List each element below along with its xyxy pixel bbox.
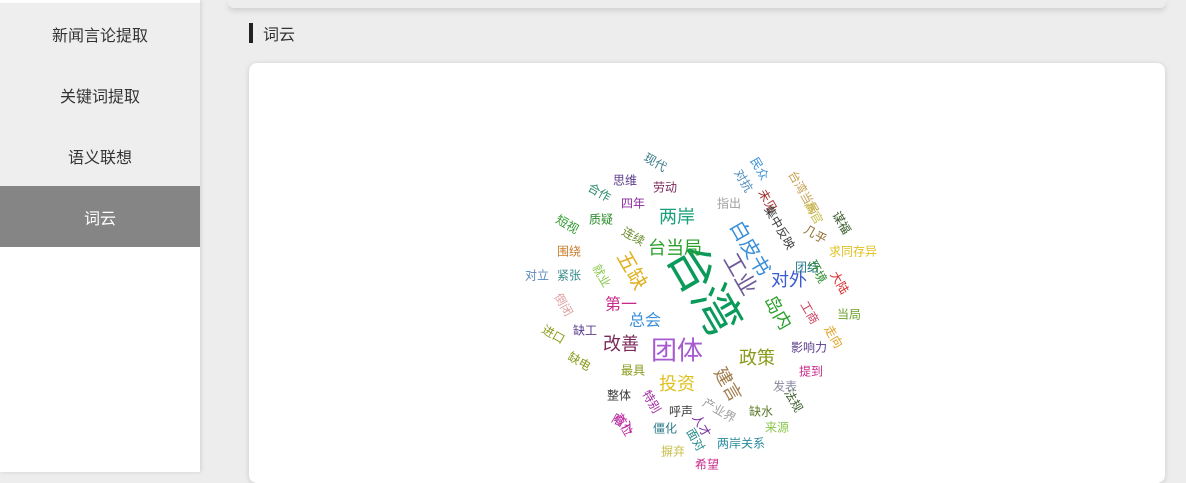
sidebar-item-label: 语义联想 xyxy=(67,147,132,167)
word-cloud-word: 倒闭 xyxy=(551,291,575,319)
word-cloud-word: 团体 xyxy=(651,337,703,367)
word-cloud-card: 台湾 团体 工业 白皮书 台当局 两岸 五缺 对外 岛内 政策 建言 投资 改善 总会 第一 现代 民众 思维 劳动… xyxy=(249,63,1165,483)
word-cloud-word: 劳动 xyxy=(653,181,677,195)
word-cloud-word: 四年 xyxy=(621,197,645,211)
title-accent-bar xyxy=(249,23,253,43)
word-cloud-word: 谋福 xyxy=(829,208,854,236)
word-cloud-word: 缺工 xyxy=(573,323,597,338)
word-cloud-word: 法规 xyxy=(781,386,806,414)
word-cloud-word: 希望 xyxy=(695,457,719,472)
word-cloud-word: 台当局 xyxy=(648,238,702,259)
word-cloud-word: 就业 xyxy=(589,262,613,290)
sidebar-item-label: 关键词提取 xyxy=(59,86,140,106)
word-cloud-word: 指出 xyxy=(717,196,741,211)
word-cloud-word: 改善 xyxy=(603,334,639,355)
word-cloud-word: 整体 xyxy=(607,388,631,403)
section-title: 词云 xyxy=(263,25,296,44)
word-cloud-word: 两岸 xyxy=(659,207,695,228)
word-cloud: 台湾团体工业白皮书台当局两岸五缺 对外岛内政策建言投资改善总会第一现代 民众思维 劳动… xyxy=(525,151,877,472)
section-header: 词云 xyxy=(249,22,295,44)
word-cloud-word: 集中反映 xyxy=(761,203,798,252)
word-cloud-word: 连续 xyxy=(619,224,647,249)
word-cloud-word: 现代 xyxy=(641,151,669,175)
word-cloud-word: 几乎 xyxy=(801,223,829,247)
word-cloud-word: 大陆 xyxy=(827,268,852,296)
word-cloud-word: 投资 xyxy=(659,374,695,395)
word-cloud-word: 影响力 xyxy=(791,340,827,355)
word-cloud-word: 提到 xyxy=(799,364,823,379)
word-cloud-word: 合作 xyxy=(585,180,613,205)
word-cloud-word: 僵化 xyxy=(653,422,677,436)
word-cloud-word: 来源 xyxy=(765,421,789,435)
word-cloud-word: 围绕 xyxy=(557,245,581,259)
word-cloud-word: 求同存异 xyxy=(829,245,877,259)
sidebar-item-label: 词云 xyxy=(83,208,116,228)
word-cloud-word: 当局 xyxy=(837,308,861,322)
word-cloud-word: 最具 xyxy=(621,364,645,378)
top-panel-edge xyxy=(228,0,1166,8)
word-cloud-word: 岛内 xyxy=(759,292,795,334)
word-cloud-word: 呼声 xyxy=(669,405,693,419)
word-cloud-word: 质疑 xyxy=(589,212,613,227)
word-cloud-word: 摒弃 xyxy=(661,444,685,459)
sidebar-item-label: 新闻言论提取 xyxy=(51,25,148,45)
sidebar: 新闻言论提取 关键词提取 语义联想 词云 xyxy=(0,0,200,472)
word-cloud-word: 政策 xyxy=(739,348,775,369)
word-cloud-word: 工商 xyxy=(797,298,822,326)
sidebar-item-news-extraction[interactable]: 新闻言论提取 xyxy=(0,3,200,64)
word-cloud-word: 短视 xyxy=(553,212,581,237)
sidebar-item-semantic-association[interactable]: 语义联想 xyxy=(0,125,200,186)
word-cloud-word: 两岸关系 xyxy=(717,437,765,451)
word-cloud-word: 第一 xyxy=(605,295,637,314)
word-cloud-word: 思维 xyxy=(613,174,637,188)
word-cloud-word: 高官 xyxy=(801,198,826,226)
word-cloud-word: 缺电 xyxy=(565,349,593,374)
word-cloud-word: 紧张 xyxy=(557,269,581,283)
word-cloud-word: 对立 xyxy=(525,268,549,283)
word-cloud-word: 进口 xyxy=(539,323,567,347)
word-cloud-word: 五缺 xyxy=(612,247,653,294)
word-cloud-word: 缺水 xyxy=(749,404,773,419)
sidebar-item-word-cloud[interactable]: 词云 xyxy=(0,186,200,247)
sidebar-item-keyword-extraction[interactable]: 关键词提取 xyxy=(0,64,200,125)
